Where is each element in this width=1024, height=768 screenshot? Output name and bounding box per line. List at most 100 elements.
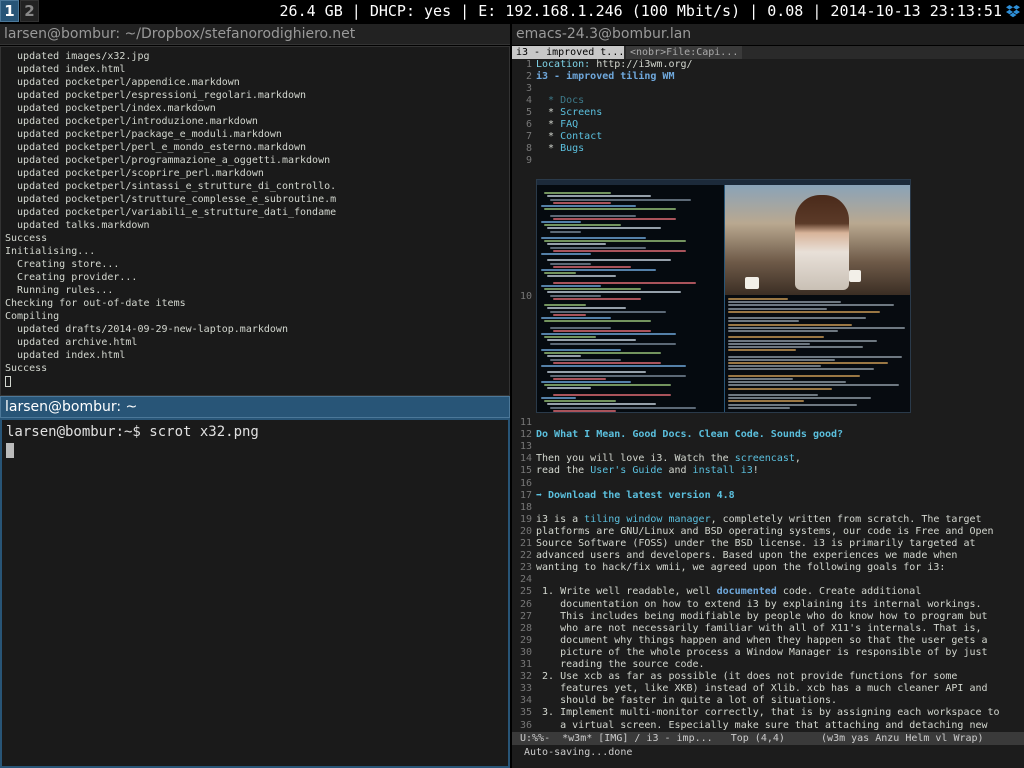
hyperlink[interactable]: User's Guide [590,465,662,476]
code-line [547,339,636,342]
hyperlink[interactable]: Screens [560,107,602,118]
hyperlink[interactable]: Bugs [560,143,584,154]
line-number: 29 [519,634,532,646]
screenshot-image[interactable] [536,179,911,413]
code-line [541,269,656,271]
code-line [553,217,676,220]
hyperlink[interactable]: Do What I Mean. Good Docs. Clean Code. S… [536,429,843,440]
text-span: i3 is a [536,513,585,525]
text-span: , [794,453,801,465]
line-text: * FAQ [536,119,578,131]
code-line [550,326,611,329]
code-line [544,272,576,275]
window-title-term1[interactable]: larsen@bombur: ~/Dropbox/stefanorodighie… [0,24,510,45]
code-line [541,221,581,223]
terminal-line: updated pocketperl/appendice.markdown [5,77,240,88]
workspace-button-2[interactable]: 2 [20,0,39,22]
terminal-line: updated pocketperl/strutture_complesse_e… [5,194,337,205]
code-line [541,397,576,399]
tab-i3-page[interactable]: i3 - improved t... [512,46,624,59]
text-span: Docs [560,95,585,106]
line-number: 9 [525,155,532,166]
code-line [547,275,616,278]
code-line [541,237,646,239]
buffer-line: 22 advanced users and developers. Based u… [512,550,1024,562]
hyperlink[interactable]: install i3 [693,465,753,476]
hyperlink[interactable]: documented [717,586,777,597]
log-line [728,330,838,332]
workspace-button-1[interactable]: 1 [0,0,19,22]
hyperlink[interactable]: screencast [735,453,795,464]
log-line [728,387,832,390]
line-number: 16 [519,477,532,489]
code-line [550,310,666,313]
line-number: 4 [525,95,532,106]
line-text: Do What I Mean. Good Docs. Clean Code. S… [536,429,843,441]
hyperlink[interactable]: FAQ [560,119,578,130]
line-number: 31 [519,659,532,670]
line-text: Then you will love i3. Watch the screenc… [536,453,801,465]
buffer-line: 2 i3 - improved tiling WM [512,71,1024,83]
code-line [541,253,591,255]
hyperlink[interactable]: ➡ Download the latest version 4.8 [536,490,735,501]
code-line [544,208,676,211]
buffer-line: 26 documentation on how to extend i3 by … [512,599,1024,611]
text-span: documentation on how to extend i3 by exp… [536,598,982,610]
code-line [553,329,651,332]
line-number: 14 [519,453,532,465]
minibuffer[interactable]: Auto-saving...done [512,745,1024,761]
window-title-emacs[interactable]: emacs-24.3@bombur.lan [512,24,1024,45]
code-line [550,246,646,249]
tab-file-page[interactable]: <nobr>File:Capi... [626,46,742,59]
log-line [728,362,888,364]
terminal-output[interactable]: updated images/x32.jpg updated index.htm… [0,46,510,396]
code-line [541,333,676,335]
window-title-term2[interactable]: larsen@bombur: ~ [0,396,510,418]
buffer-line: 33 features yet, like XKB) instead of Xl… [512,683,1024,695]
log-line [728,400,804,403]
hyperlink[interactable]: tiling window manager [584,514,710,525]
tab-bar: i3 - improved t... <nobr>File:Capi... [512,46,1024,59]
line-text: should be faster in quite a lot of situa… [536,695,837,707]
text-span: platforms are GNU/Linux and BSD operatin… [536,525,994,537]
w3m-buffer[interactable]: 1 Location: http://i3wm.org/2 i3 - improve… [512,59,1024,732]
code-line [553,201,611,204]
terminal-line: Success [5,233,48,244]
dropbox-icon[interactable] [1006,4,1020,18]
buffer-line: 28 who are not necessarily familiar with… [512,623,1024,635]
buffer-line: 15 read the User's Guide and install i3! [512,465,1024,477]
log-line [728,320,799,323]
hyperlink[interactable]: Contact [560,131,602,142]
line-number: 36 [519,719,532,731]
code-line [544,224,621,227]
line-number: 8 [525,143,532,154]
line-number: 18 [519,501,532,513]
hyperlink[interactable]: i3 - improved tiling WM [536,71,674,82]
code-line [547,259,671,262]
terminal-focused[interactable]: larsen@bombur:~$ scrot x32.png [0,418,510,768]
code-line [550,374,686,377]
code-line [550,230,581,233]
terminal-line: Success [5,363,48,374]
text-span: ! [752,465,759,477]
code-line [550,198,691,201]
line-number: 19 [519,513,532,525]
code-line [553,361,661,364]
buffer-line: 1 Location: http://i3wm.org/ [512,59,1024,71]
line-number: 26 [519,598,532,610]
text-span: Then you will love i3. Watch the [536,453,735,465]
log-line [728,336,824,339]
emacs-window[interactable]: i3 - improved t... <nobr>File:Capi... 1L… [512,46,1024,768]
line-text: * Docs [536,95,584,107]
text-span: read the [536,465,591,477]
video-cup [745,277,759,289]
line-text: platforms are GNU/Linux and BSD operatin… [536,526,994,538]
line-number: 13 [519,441,532,453]
buffer-line: 8 * Bugs [512,143,1024,155]
log-line [728,339,877,342]
buffer-line: 14 Then you will love i3. Watch the scree… [512,453,1024,465]
text-span: should be faster in quite a lot of situa… [536,695,838,707]
line-number: 12 [519,429,532,441]
line-text: Location: http://i3wm.org/ [536,59,693,71]
code-line [544,384,671,387]
